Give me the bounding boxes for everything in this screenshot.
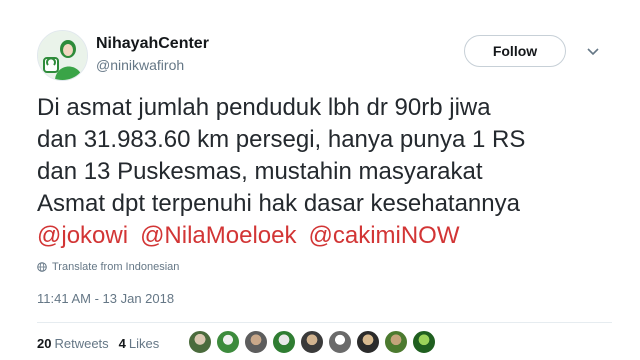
translate-link[interactable]: Translate from Indonesian <box>37 261 179 273</box>
globe-icon <box>37 262 47 272</box>
liker-avatar[interactable] <box>356 330 380 354</box>
mentions-line: @jokowi @NilaMoeloek @cakimiNOW <box>37 220 627 252</box>
tweet-text-line: Di asmat jumlah penduduk lbh dr 90rb jiw… <box>37 94 491 121</box>
likes-count: 4 <box>118 336 126 351</box>
mention-link[interactable]: @jokowi <box>37 222 128 249</box>
liker-avatar[interactable] <box>188 330 212 354</box>
mention-link[interactable]: @NilaMoeloek <box>140 222 296 249</box>
divider <box>37 322 612 323</box>
liker-avatar[interactable] <box>328 330 352 354</box>
liker-avatar[interactable] <box>272 330 296 354</box>
author-handle[interactable]: @ninikwafiroh <box>96 57 184 73</box>
liker-avatar[interactable] <box>216 330 240 354</box>
chevron-down-icon <box>587 48 599 56</box>
retweets-label: Retweets <box>54 336 109 351</box>
mention-link[interactable]: @cakimiNOW <box>308 222 459 249</box>
retweets-count: 20 <box>37 336 52 351</box>
follow-button[interactable]: Follow <box>464 35 566 67</box>
translate-label: Translate from Indonesian <box>52 261 180 273</box>
likes-stat[interactable]: 4 Likes <box>119 336 160 351</box>
tweet-text-line: dan 13 Puskesmas, mustahin masyarakat <box>37 158 483 185</box>
tweet-text-line: Asmat dpt terpenuhi hak dasar kesehatann… <box>37 190 520 217</box>
author-display-name[interactable]: NihayahCenter <box>96 35 209 53</box>
tweet-text: Di asmat jumlah penduduk lbh dr 90rb jiw… <box>37 92 627 252</box>
more-options-button[interactable] <box>585 44 601 60</box>
author-avatar[interactable] <box>37 30 88 81</box>
tweet-timestamp[interactable]: 11:41 AM - 13 Jan 2018 <box>37 291 174 306</box>
tweet-text-line: dan 31.983.60 km persegi, hanya punya 1 … <box>37 126 526 153</box>
profile-avatar-icon <box>38 31 87 80</box>
liker-avatar[interactable] <box>300 330 324 354</box>
liker-avatars <box>188 330 436 354</box>
tweet-stats: 20 Retweets 4 Likes <box>37 336 159 351</box>
liker-avatar[interactable] <box>412 330 436 354</box>
likes-label: Likes <box>128 336 160 351</box>
liker-avatar[interactable] <box>244 330 268 354</box>
tweet-card: NihayahCenter @ninikwafiroh Follow Di as… <box>0 0 640 360</box>
retweets-stat[interactable]: 20 Retweets <box>37 336 109 351</box>
liker-avatar[interactable] <box>384 330 408 354</box>
